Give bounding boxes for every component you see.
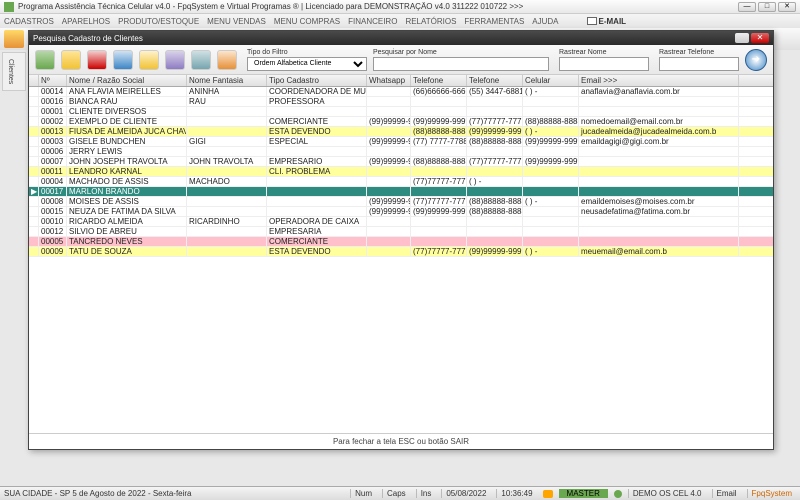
report-button[interactable]: [165, 50, 185, 70]
status-led-icon: [543, 490, 553, 498]
search-modal: Pesquisa Cadastro de Clientes ✕ Tipo do …: [28, 30, 774, 450]
mail-button[interactable]: [217, 50, 237, 70]
menu-produto[interactable]: PRODUTO/ESTOQUE: [118, 17, 199, 26]
statusbar: SUA CIDADE - SP 5 de Agosto de 2022 - Se…: [0, 486, 800, 500]
table-row[interactable]: 00016BIANCA RAURAUPROFESSORA: [29, 97, 773, 107]
table-row[interactable]: 00007JOHN JOSEPH TRAVOLTAJOHN TRAVOLTAEM…: [29, 157, 773, 167]
menu-cadastros[interactable]: CADASTROS: [4, 17, 54, 26]
go-button[interactable]: ➔: [745, 49, 767, 71]
add-button[interactable]: [35, 50, 55, 70]
modal-title: Pesquisa Cadastro de Clientes: [33, 34, 735, 43]
modal-toolbar: Tipo do Filtro Ordem Alfabetica Cliente …: [29, 45, 773, 75]
table-row[interactable]: 00012SILVIO DE ABREUEMPRESARIA: [29, 227, 773, 237]
table-row[interactable]: 00013FIUSA DE ALMEIDA JUCA CHAVESESTA DE…: [29, 127, 773, 137]
status-email[interactable]: Email: [712, 489, 741, 498]
rastrear-tel-label: Rastrear Telefone: [659, 49, 739, 56]
menu-vendas[interactable]: MENU VENDAS: [207, 17, 266, 26]
filter-label: Tipo do Filtro: [247, 49, 367, 56]
app-icon: [4, 2, 14, 12]
status-ins: Ins: [416, 489, 436, 498]
email-button[interactable]: E-MAIL: [587, 17, 627, 26]
search-label: Pesquisar por Nome: [373, 49, 549, 56]
modal-titlebar: Pesquisa Cadastro de Clientes ✕: [29, 31, 773, 45]
status-date: 05/08/2022: [441, 489, 490, 498]
status-master: MASTER: [559, 489, 608, 498]
menubar: CADASTROS APARELHOS PRODUTO/ESTOQUE MENU…: [0, 14, 800, 28]
status-caps: Caps: [382, 489, 410, 498]
col-tipo[interactable]: Tipo Cadastro: [267, 75, 367, 86]
col-email[interactable]: Email >>>: [579, 75, 739, 86]
menu-ajuda[interactable]: AJUDA: [532, 17, 558, 26]
col-razao[interactable]: Nome / Razão Social: [67, 75, 187, 86]
menu-compras[interactable]: MENU COMPRAS: [274, 17, 340, 26]
refresh-button[interactable]: [113, 50, 133, 70]
data-grid: Nº Nome / Razão Social Nome Fantasia Tip…: [29, 75, 773, 433]
table-row[interactable]: 00002EXEMPLO DE CLIENTECOMERCIANTE(99)99…: [29, 117, 773, 127]
copy-button[interactable]: [139, 50, 159, 70]
window-title: Programa Assistência Técnica Celular v4.…: [18, 2, 738, 11]
menu-aparelhos[interactable]: APARELHOS: [62, 17, 110, 26]
toolbar-icon[interactable]: [4, 30, 24, 48]
modal-footer: Para fechar a tela ESC ou botão SAIR: [29, 433, 773, 449]
table-row[interactable]: 00011LEANDRO KARNALCLI. PROBLEMA: [29, 167, 773, 177]
status-city: SUA CIDADE - SP 5 de Agosto de 2022 - Se…: [4, 489, 192, 498]
sidebar-tab-clientes[interactable]: Clientes: [5, 55, 16, 88]
table-row[interactable]: 00005TANCREDO NEVESCOMERCIANTE: [29, 237, 773, 247]
col-tel2[interactable]: Telefone: [467, 75, 523, 86]
search-input[interactable]: [373, 57, 549, 71]
col-numero[interactable]: Nº: [39, 75, 67, 86]
grid-header: Nº Nome / Razão Social Nome Fantasia Tip…: [29, 75, 773, 87]
menu-relatorios[interactable]: RELATÓRIOS: [405, 17, 456, 26]
close-button[interactable]: ✕: [778, 2, 796, 12]
rastrear-nome-input[interactable]: [559, 57, 649, 71]
table-row[interactable]: ▶00017MARLON BRANDO: [29, 187, 773, 197]
edit-button[interactable]: [61, 50, 81, 70]
modal-minimize-button[interactable]: [735, 33, 749, 43]
minimize-button[interactable]: —: [738, 2, 756, 12]
rastrear-nome-label: Rastrear Nome: [559, 49, 649, 56]
status-time: 10:36:49: [496, 489, 536, 498]
menu-financeiro[interactable]: FINANCEIRO: [348, 17, 397, 26]
modal-close-button[interactable]: ✕: [751, 33, 769, 43]
delete-button[interactable]: [87, 50, 107, 70]
col-celular[interactable]: Celular: [523, 75, 579, 86]
status-dot-icon: [614, 490, 622, 498]
sidebar: Clientes: [2, 52, 26, 91]
print-button[interactable]: [191, 50, 211, 70]
table-row[interactable]: 00006JERRY LEWIS: [29, 147, 773, 157]
rastrear-tel-input[interactable]: [659, 57, 739, 71]
status-sys[interactable]: FpqSystem: [747, 489, 796, 498]
status-demo: DEMO OS CEL 4.0: [628, 489, 706, 498]
menu-ferramentas[interactable]: FERRAMENTAS: [464, 17, 524, 26]
window-titlebar: Programa Assistência Técnica Celular v4.…: [0, 0, 800, 14]
table-row[interactable]: 00010RICARDO ALMEIDARICARDINHOOPERADORA …: [29, 217, 773, 227]
table-row[interactable]: 00014ANA FLAVIA MEIRELLESANINHACOORDENAD…: [29, 87, 773, 97]
maximize-button[interactable]: □: [758, 2, 776, 12]
col-tel1[interactable]: Telefone: [411, 75, 467, 86]
filter-select[interactable]: Ordem Alfabetica Cliente: [247, 57, 367, 71]
table-row[interactable]: 00003GISELE BUNDCHENGIGIESPECIAL(99)9999…: [29, 137, 773, 147]
col-fantasia[interactable]: Nome Fantasia: [187, 75, 267, 86]
table-row[interactable]: 00004MACHADO DE ASSISMACHADO(77)77777-77…: [29, 177, 773, 187]
table-row[interactable]: 00015NEUZA DE FATIMA DA SILVA(99)99999-9…: [29, 207, 773, 217]
table-row[interactable]: 00001CLIENTE DIVERSOS: [29, 107, 773, 117]
envelope-icon: [587, 17, 597, 25]
table-row[interactable]: 00009TATU DE SOUZAESTA DEVENDO(77)77777-…: [29, 247, 773, 257]
table-row[interactable]: 00008MOISES DE ASSIS(99)99999-9999(77)77…: [29, 197, 773, 207]
status-num: Num: [350, 489, 376, 498]
col-whatsapp[interactable]: Whatsapp: [367, 75, 411, 86]
